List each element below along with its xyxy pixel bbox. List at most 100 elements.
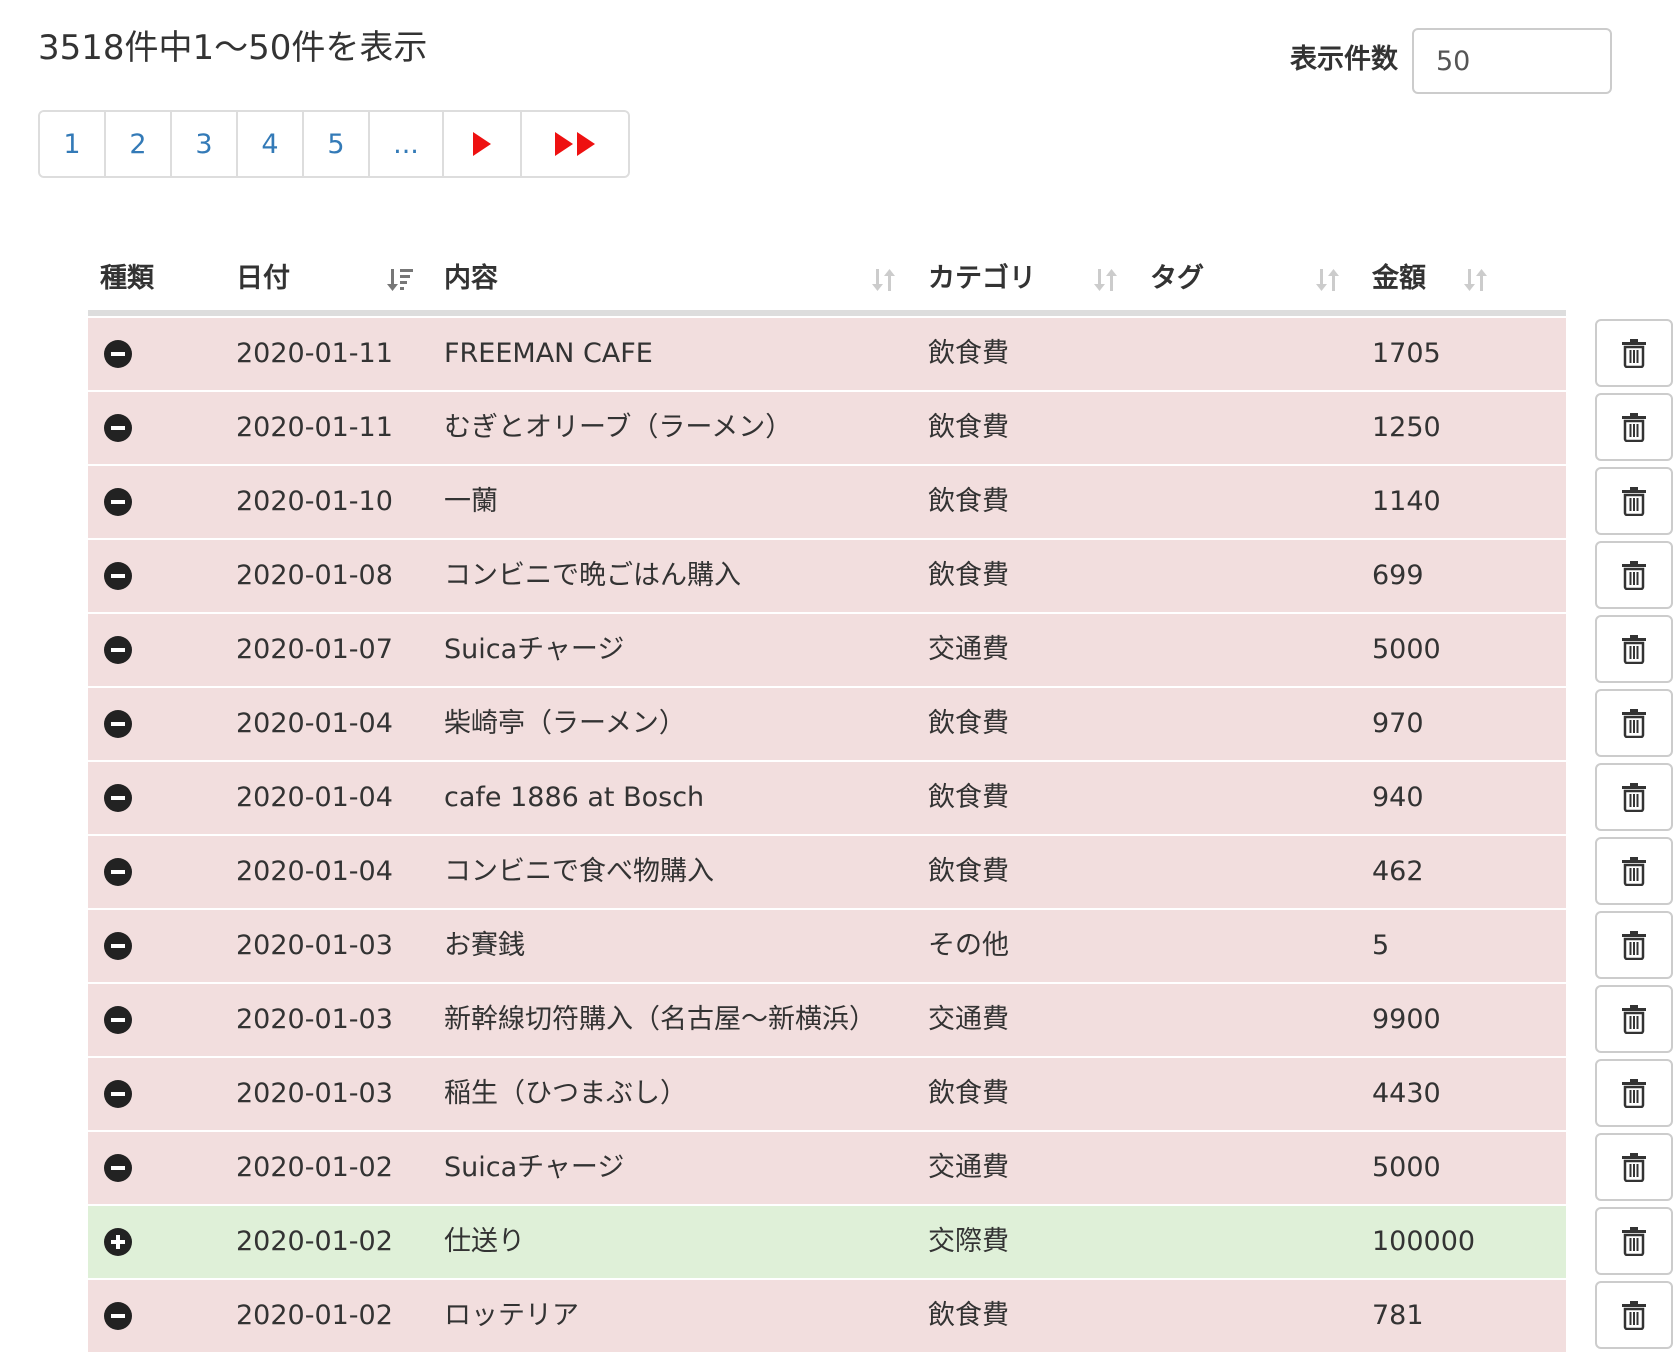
delete-button[interactable] (1595, 1281, 1673, 1349)
sort-icon[interactable] (870, 266, 898, 294)
trash-icon (1622, 1079, 1646, 1108)
table-header: 種類 日付 内容 カテゴリ タグ 金額 (88, 248, 1566, 316)
table-row[interactable]: 2020-01-03 新幹線切符購入（名古屋〜新横浜） 交通費 9900 (88, 982, 1566, 1056)
page-ellipsis[interactable]: ... (370, 112, 444, 176)
delete-button[interactable] (1595, 467, 1673, 535)
row-date: 2020-01-04 (236, 708, 393, 739)
row-amount: 462 (1372, 856, 1424, 887)
delete-button[interactable] (1595, 985, 1673, 1053)
table-row[interactable]: 2020-01-04 柴崎亭（ラーメン） 飲食費 970 (88, 686, 1566, 760)
row-date: 2020-01-03 (236, 1078, 393, 1109)
delete-button[interactable] (1595, 689, 1673, 757)
table-row[interactable]: 2020-01-11 むぎとオリーブ（ラーメン） 飲食費 1250 (88, 390, 1566, 464)
minus-circle-icon (104, 414, 132, 442)
trash-icon (1622, 413, 1646, 442)
row-content: 仕送り (444, 1226, 525, 1257)
minus-circle-icon (104, 858, 132, 886)
transactions-table-body: 2020-01-11 FREEMAN CAFE 飲食費 1705 2020-01-11 む… (88, 316, 1566, 1352)
table-row[interactable]: 2020-01-10 一蘭 飲食費 1140 (88, 464, 1566, 538)
table-row[interactable]: 2020-01-03 お賽銭 その他 5 (88, 908, 1566, 982)
delete-button[interactable] (1595, 1059, 1673, 1127)
trash-icon (1622, 339, 1646, 368)
row-category: 飲食費 (928, 412, 1009, 443)
result-summary: 3518件中1〜50件を表示 (38, 28, 428, 68)
delete-button[interactable] (1595, 541, 1673, 609)
next-page-button[interactable] (444, 112, 522, 176)
row-date: 2020-01-10 (236, 486, 393, 517)
sort-desc-icon[interactable] (386, 266, 414, 294)
page-link-1[interactable]: 1 (40, 112, 106, 176)
row-category: 交通費 (928, 1004, 1009, 1035)
table-row[interactable]: 2020-01-03 稲生（ひつまぶし） 飲食費 4430 (88, 1056, 1566, 1130)
row-date: 2020-01-04 (236, 782, 393, 813)
row-category: 交通費 (928, 634, 1009, 665)
trash-icon (1622, 857, 1646, 886)
row-category: 交通費 (928, 1152, 1009, 1183)
delete-button[interactable] (1595, 319, 1673, 387)
sort-icon[interactable] (1314, 266, 1342, 294)
page-link-2[interactable]: 2 (106, 112, 172, 176)
row-content: コンビニで食べ物購入 (444, 856, 714, 887)
last-page-button[interactable] (522, 112, 628, 176)
delete-button[interactable] (1595, 911, 1673, 979)
row-date: 2020-01-07 (236, 634, 393, 665)
page-link-5[interactable]: 5 (304, 112, 370, 176)
sort-icon[interactable] (1462, 266, 1490, 294)
delete-button[interactable] (1595, 393, 1673, 461)
row-amount: 1705 (1372, 338, 1441, 369)
row-category: 飲食費 (928, 486, 1009, 517)
next-triangle-icon (473, 132, 491, 156)
row-content: ロッテリア (444, 1300, 579, 1331)
per-page-input[interactable] (1412, 28, 1612, 94)
minus-circle-icon (104, 340, 132, 368)
trash-icon (1622, 1227, 1646, 1256)
page-link-3[interactable]: 3 (172, 112, 238, 176)
table-row[interactable]: 2020-01-02 ロッテリア 飲食費 781 (88, 1278, 1566, 1352)
trash-icon (1622, 709, 1646, 738)
row-date: 2020-01-08 (236, 560, 393, 591)
trash-icon (1622, 635, 1646, 664)
page-link-4[interactable]: 4 (238, 112, 304, 176)
trash-icon (1622, 1301, 1646, 1330)
column-header-tag[interactable]: タグ (1150, 248, 1204, 310)
delete-button[interactable] (1595, 1133, 1673, 1201)
minus-circle-icon (104, 784, 132, 812)
column-header-type: 種類 (100, 263, 154, 294)
delete-button[interactable] (1595, 763, 1673, 831)
table-row[interactable]: 2020-01-08 コンビニで晩ごはん購入 飲食費 699 (88, 538, 1566, 612)
row-content: 稲生（ひつまぶし） (444, 1078, 687, 1109)
row-category: 飲食費 (928, 782, 1009, 813)
row-amount: 4430 (1372, 1078, 1441, 1109)
column-header-date[interactable]: 日付 (236, 248, 290, 310)
row-amount: 781 (1372, 1300, 1424, 1331)
row-date: 2020-01-11 (236, 412, 393, 443)
column-header-category[interactable]: カテゴリ (928, 248, 1036, 310)
table-row[interactable]: 2020-01-02 Suicaチャージ 交通費 5000 (88, 1130, 1566, 1204)
row-date: 2020-01-11 (236, 338, 393, 369)
row-date: 2020-01-04 (236, 856, 393, 887)
row-amount: 940 (1372, 782, 1424, 813)
row-content: FREEMAN CAFE (444, 338, 653, 369)
delete-button[interactable] (1595, 837, 1673, 905)
minus-circle-icon (104, 488, 132, 516)
table-row[interactable]: 2020-01-07 Suicaチャージ 交通費 5000 (88, 612, 1566, 686)
row-amount: 5000 (1372, 634, 1441, 665)
column-header-amount[interactable]: 金額 (1372, 248, 1426, 310)
trash-icon (1622, 1005, 1646, 1034)
column-header-content[interactable]: 内容 (444, 248, 498, 310)
pagination: 1 2 3 4 5 ... (38, 110, 630, 178)
sort-icon[interactable] (1092, 266, 1120, 294)
delete-button[interactable] (1595, 615, 1673, 683)
row-amount: 699 (1372, 560, 1424, 591)
table-row[interactable]: 2020-01-04 コンビニで食べ物購入 飲食費 462 (88, 834, 1566, 908)
delete-button[interactable] (1595, 1207, 1673, 1275)
plus-circle-icon (104, 1228, 132, 1256)
minus-circle-icon (104, 562, 132, 590)
table-row[interactable]: 2020-01-02 仕送り 交際費 100000 (88, 1204, 1566, 1278)
row-date: 2020-01-02 (236, 1152, 393, 1183)
trash-icon (1622, 783, 1646, 812)
minus-circle-icon (104, 932, 132, 960)
table-row[interactable]: 2020-01-04 cafe 1886 at Bosch 飲食費 940 (88, 760, 1566, 834)
row-category: 飲食費 (928, 1300, 1009, 1331)
table-row[interactable]: 2020-01-11 FREEMAN CAFE 飲食費 1705 (88, 316, 1566, 390)
